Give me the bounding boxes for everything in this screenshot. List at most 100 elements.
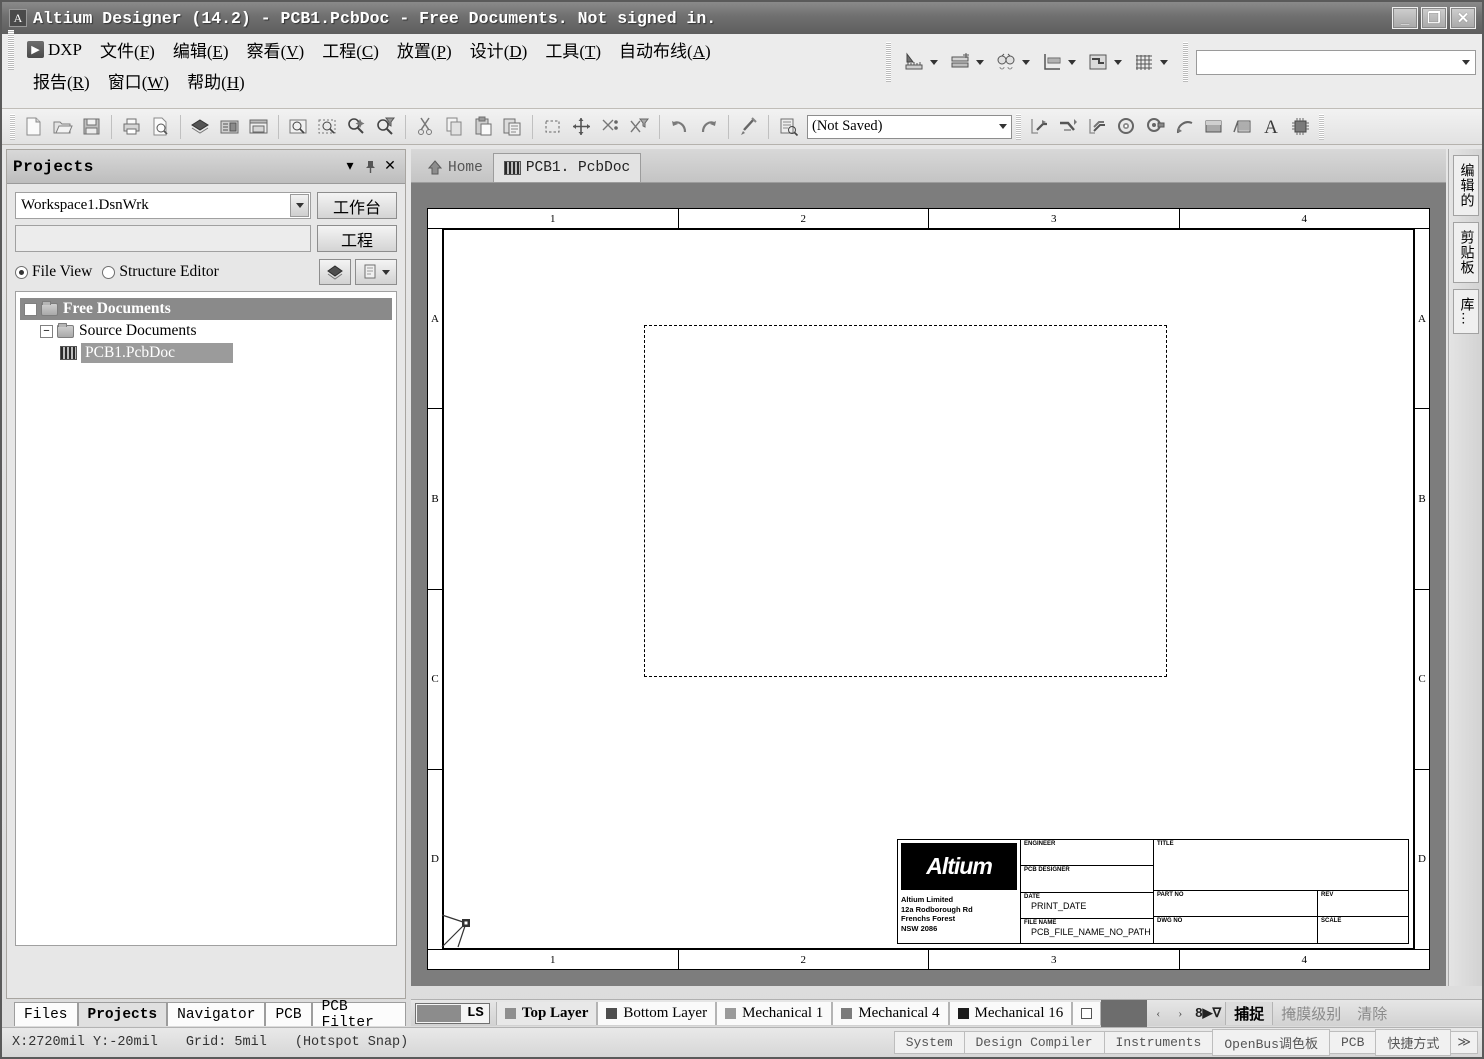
quick-search-dropdown-icon[interactable]: [1462, 59, 1470, 65]
status-button-shortcuts[interactable]: 快捷方式: [1375, 1029, 1452, 1056]
layer-tab-top-layer[interactable]: Top Layer: [495, 1001, 598, 1025]
toolbar-grip-2[interactable]: [1183, 42, 1188, 82]
grid-dropdown-icon[interactable]: [1160, 59, 1168, 65]
minimize-button[interactable]: _: [1392, 7, 1418, 29]
right-tab-design-compiler[interactable]: 编辑的: [1452, 155, 1479, 216]
structure-editor-radio[interactable]: [102, 265, 116, 279]
board-outline-region[interactable]: [644, 325, 1167, 677]
right-tab-clipboard[interactable]: 剪贴板: [1452, 222, 1479, 283]
pcb-board-icon[interactable]: [215, 112, 244, 141]
board-view-button[interactable]: [319, 259, 351, 285]
document-tab-pcb1[interactable]: PCB1. PcbDoc: [492, 153, 642, 182]
layer-stack-dropdown-icon[interactable]: [976, 59, 984, 65]
measure-dropdown-icon[interactable]: [930, 59, 938, 65]
cut-icon[interactable]: [411, 112, 440, 141]
zoom-selected-icon[interactable]: [342, 112, 371, 141]
polygon-pour-icon[interactable]: [1228, 112, 1257, 141]
copy-icon[interactable]: [440, 112, 469, 141]
mask-level-button[interactable]: 掩膜级别: [1273, 1002, 1349, 1025]
place-toolbar-grip[interactable]: [1016, 113, 1021, 140]
clear-button[interactable]: 清除: [1349, 1002, 1395, 1025]
saved-state-combo[interactable]: (Not Saved): [807, 114, 1012, 139]
menu-reports[interactable]: 报告(R): [24, 66, 99, 95]
layer-set-button[interactable]: LS: [415, 1002, 490, 1024]
menu-autoroute[interactable]: 自动布线(A): [610, 35, 720, 64]
panel-tab-files[interactable]: Files: [14, 1002, 78, 1026]
project-button[interactable]: 工程: [317, 225, 397, 252]
place-component-icon[interactable]: [1286, 112, 1315, 141]
route-diff-pair-icon[interactable]: [1083, 112, 1112, 141]
workspace-button[interactable]: 工作台: [317, 192, 397, 219]
split-window-icon[interactable]: [244, 112, 273, 141]
close-icon[interactable]: ✕: [381, 158, 399, 176]
clear-selection-icon[interactable]: [596, 112, 625, 141]
document-tab-home[interactable]: Home: [417, 153, 493, 182]
chevron-down-icon[interactable]: ▾: [341, 158, 359, 176]
menu-file[interactable]: 文件(F): [91, 35, 164, 64]
layer-tab-mechanical-16[interactable]: Mechanical 16: [948, 1001, 1073, 1025]
place-via-icon[interactable]: [1112, 112, 1141, 141]
status-button-instruments[interactable]: Instruments: [1103, 1031, 1214, 1054]
interactive-route-icon[interactable]: [1054, 112, 1083, 141]
layer-next-button[interactable]: ›: [1169, 1002, 1191, 1025]
right-tab-libraries[interactable]: 库...: [1452, 289, 1479, 334]
redo-icon[interactable]: [694, 112, 723, 141]
expand-collapse-icon[interactable]: −: [40, 324, 53, 338]
panel-tab-pcb-filter[interactable]: PCB Filter: [311, 999, 406, 1031]
open-document-icon[interactable]: [48, 112, 77, 141]
print-icon[interactable]: [117, 112, 146, 141]
inspect-icon[interactable]: [774, 112, 803, 141]
workspace-combo-dropdown-icon[interactable]: [290, 194, 309, 217]
undo-icon[interactable]: [665, 112, 694, 141]
zoom-area-icon[interactable]: [313, 112, 342, 141]
workspace-combo[interactable]: Workspace1.DsnWrk: [15, 192, 311, 219]
zoom-filtered-icon[interactable]: [371, 112, 400, 141]
measure-icon[interactable]: [899, 47, 929, 77]
main-toolbar-grip[interactable]: [10, 113, 15, 140]
place-pad-icon[interactable]: [1141, 112, 1170, 141]
crosshair-pick-icon[interactable]: [734, 112, 763, 141]
close-button[interactable]: ✕: [1450, 7, 1476, 29]
layer-tab-empty[interactable]: [1072, 1001, 1102, 1025]
board-layers-icon[interactable]: [186, 112, 215, 141]
mask-level-icon[interactable]: 8▶∇: [1191, 1002, 1225, 1025]
panel-tab-pcb[interactable]: PCB: [265, 1002, 312, 1026]
tree-node-pcb1[interactable]: PCB1.PcbDoc: [20, 342, 392, 364]
dimension-icon[interactable]: [1037, 47, 1067, 77]
new-document-icon[interactable]: [19, 112, 48, 141]
menu-help[interactable]: 帮助(H): [178, 66, 254, 95]
status-button-design-compiler[interactable]: Design Compiler: [963, 1031, 1105, 1054]
quick-search-combo[interactable]: [1196, 49, 1476, 75]
layer-tab-mechanical-1[interactable]: Mechanical 1: [716, 1001, 833, 1025]
place-string-icon[interactable]: A: [1257, 112, 1286, 141]
search-input[interactable]: [15, 225, 311, 252]
paste-icon[interactable]: [469, 112, 498, 141]
print-preview-icon[interactable]: [146, 112, 175, 141]
status-button-pcb[interactable]: PCB: [1328, 1031, 1377, 1054]
move-selection-icon[interactable]: [567, 112, 596, 141]
saved-state-dropdown-icon[interactable]: [999, 124, 1007, 129]
grid-icon[interactable]: [1129, 47, 1159, 77]
status-button-openbus-palette[interactable]: OpenBus调色板: [1212, 1029, 1330, 1056]
menu-dxp[interactable]: ▶ DXP: [18, 38, 91, 62]
place-fill-icon[interactable]: [1199, 112, 1228, 141]
panel-tab-navigator[interactable]: Navigator: [167, 1002, 266, 1026]
paste-special-icon[interactable]: [498, 112, 527, 141]
zoom-fit-icon[interactable]: [284, 112, 313, 141]
save-document-icon[interactable]: [77, 112, 106, 141]
menu-tools[interactable]: 工具(T): [536, 35, 610, 64]
toolbar-grip[interactable]: [886, 42, 891, 82]
menu-edit[interactable]: 编辑(E): [164, 35, 238, 64]
place-toolbar-grip-end[interactable]: [1319, 113, 1324, 140]
route-setup-dropdown-icon[interactable]: [1114, 59, 1122, 65]
project-tree[interactable]: − Free Documents − Source Documents PCB1…: [15, 291, 397, 946]
place-arc-icon[interactable]: [1170, 112, 1199, 141]
select-area-icon[interactable]: [538, 112, 567, 141]
menu-grip[interactable]: [8, 29, 14, 70]
menu-view[interactable]: 察看(V): [238, 35, 314, 64]
find-icon[interactable]: [991, 47, 1021, 77]
menu-window[interactable]: 窗口(W): [99, 66, 178, 95]
layer-prev-button[interactable]: ‹: [1147, 1002, 1169, 1025]
document-options-button[interactable]: [355, 259, 397, 285]
layer-tab-mechanical-4[interactable]: Mechanical 4: [832, 1001, 949, 1025]
